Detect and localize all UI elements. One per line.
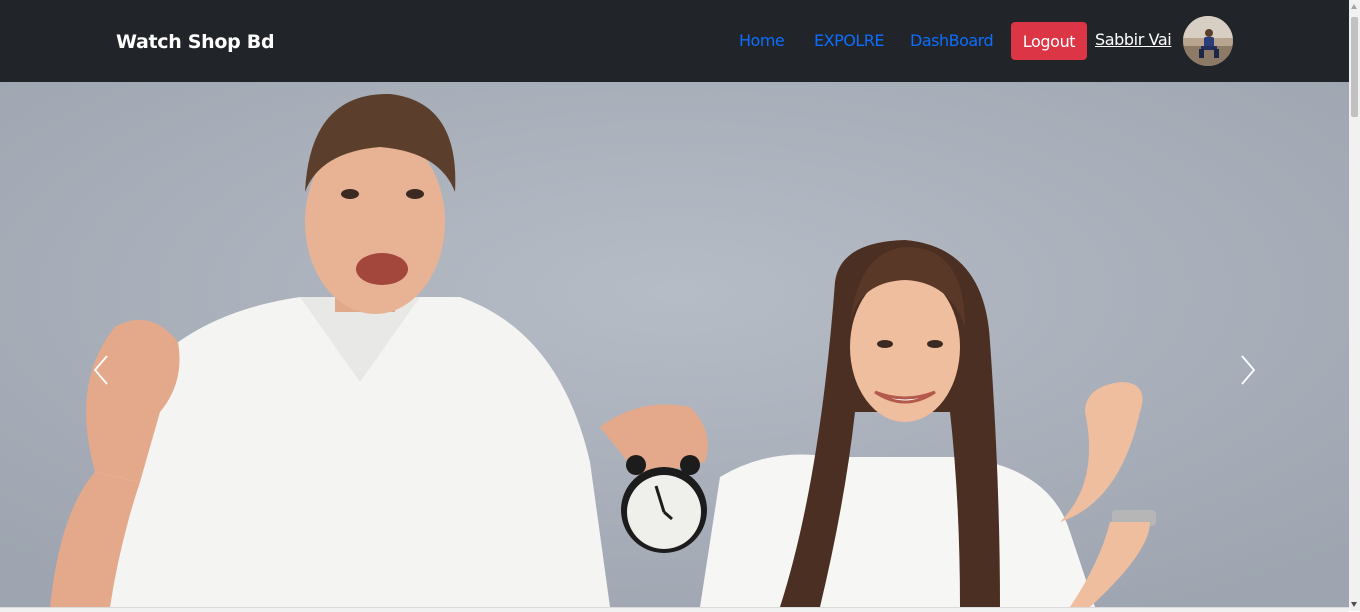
horizontal-scrollbar[interactable] bbox=[0, 607, 1349, 612]
chevron-right-icon bbox=[1241, 355, 1256, 385]
scroll-thumb[interactable] bbox=[1351, 17, 1358, 117]
hero-image bbox=[0, 82, 1349, 607]
nav-link-home[interactable]: Home bbox=[739, 31, 785, 51]
brand-logo[interactable]: Watch Shop Bd bbox=[116, 30, 275, 54]
avatar[interactable] bbox=[1183, 16, 1233, 66]
nav-link-dashboard[interactable]: DashBoard bbox=[910, 31, 994, 51]
navbar: Watch Shop Bd Home EXPOLRE DashBoard Log… bbox=[0, 0, 1349, 82]
nav-link-explore[interactable]: EXPOLRE bbox=[814, 31, 884, 51]
carousel-next-button[interactable] bbox=[1236, 353, 1260, 387]
scroll-down-icon[interactable] bbox=[1351, 602, 1357, 607]
logout-button[interactable]: Logout bbox=[1011, 22, 1087, 60]
vertical-scrollbar[interactable] bbox=[1349, 0, 1360, 611]
scroll-up-icon[interactable] bbox=[1351, 4, 1357, 9]
user-name-link[interactable]: Sabbir Vai bbox=[1095, 30, 1172, 49]
hero-carousel bbox=[0, 82, 1349, 607]
carousel-prev-button[interactable] bbox=[89, 353, 113, 387]
chevron-left-icon bbox=[93, 355, 108, 385]
